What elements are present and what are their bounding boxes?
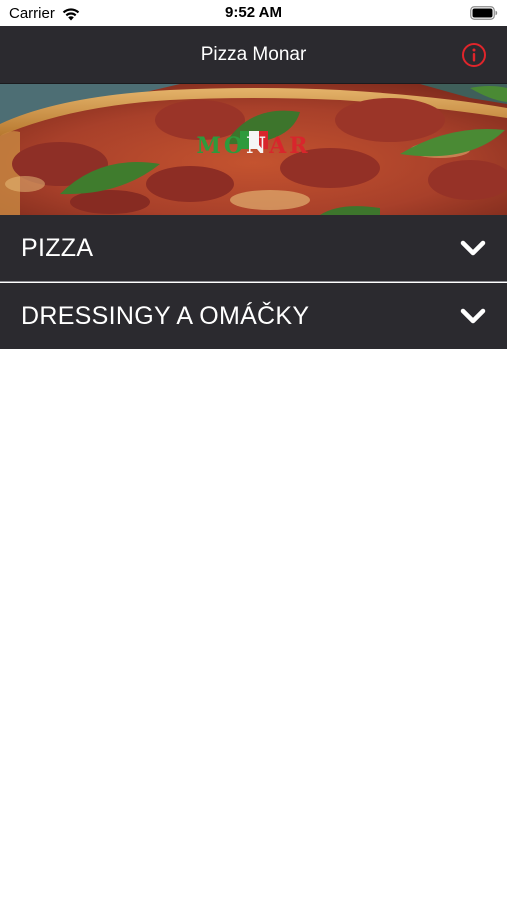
brand-logo: MONAR <box>0 133 507 159</box>
category-label: DRESSINGY A OMÁČKY <box>21 302 310 330</box>
navigation-bar: Pizza Monar <box>0 26 507 84</box>
logo-part-1: MO <box>196 133 247 159</box>
battery-icon <box>470 6 498 25</box>
logo-part-2: N <box>246 133 270 159</box>
category-label: PIZZA <box>21 234 94 262</box>
status-bar: Carrier 9:52 AM <box>0 0 507 26</box>
app-screen: Carrier 9:52 AM Pizza Monar MONAR PIZZA … <box>0 0 507 900</box>
logo-part-3: AR <box>269 133 311 159</box>
info-circle-icon <box>462 43 486 67</box>
status-time: 9:52 AM <box>225 4 282 21</box>
category-row-dressings[interactable]: DRESSINGY A OMÁČKY <box>0 283 507 349</box>
empty-content-area <box>0 349 507 900</box>
nav-title: Pizza Monar <box>200 44 307 65</box>
chevron-down-icon <box>460 308 486 324</box>
chevron-down-icon <box>460 240 486 256</box>
category-row-pizza[interactable]: PIZZA <box>0 215 507 282</box>
info-button[interactable] <box>461 42 487 68</box>
